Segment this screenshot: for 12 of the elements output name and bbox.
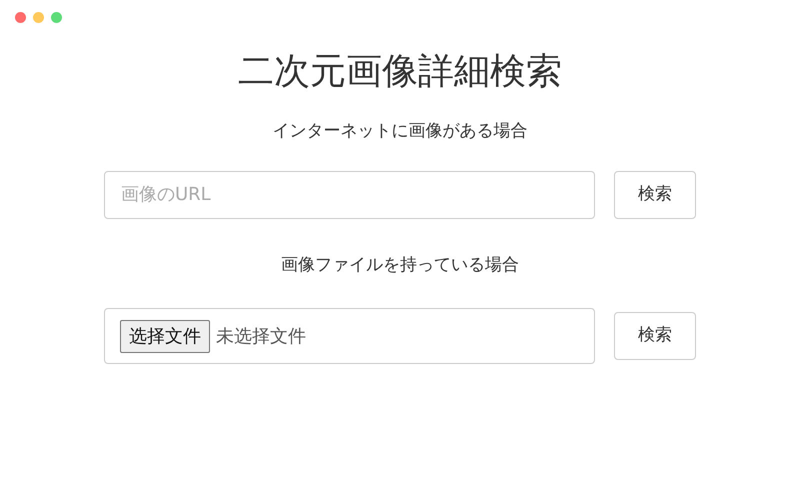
choose-file-button[interactable]: 选择文件 xyxy=(120,320,210,353)
search-button[interactable]: 検索 xyxy=(614,170,696,219)
minimize-window-icon[interactable] xyxy=(33,12,44,22)
url-input-field[interactable]: 画像のURL xyxy=(104,170,595,219)
close-window-icon[interactable] xyxy=(15,12,26,22)
page-title: 二次元画像詳細検索 xyxy=(237,50,563,94)
search-button[interactable]: 検索 xyxy=(614,312,696,360)
file-input-field[interactable]: 选择文件 未选择文件 xyxy=(104,308,595,364)
section-heading: 画像ファイルを持っている場合 xyxy=(281,254,519,277)
file-status-text: 未选择文件 xyxy=(216,324,306,349)
maximize-window-icon[interactable] xyxy=(51,12,62,22)
section-heading: インターネットに画像がある場合 xyxy=(272,120,528,144)
